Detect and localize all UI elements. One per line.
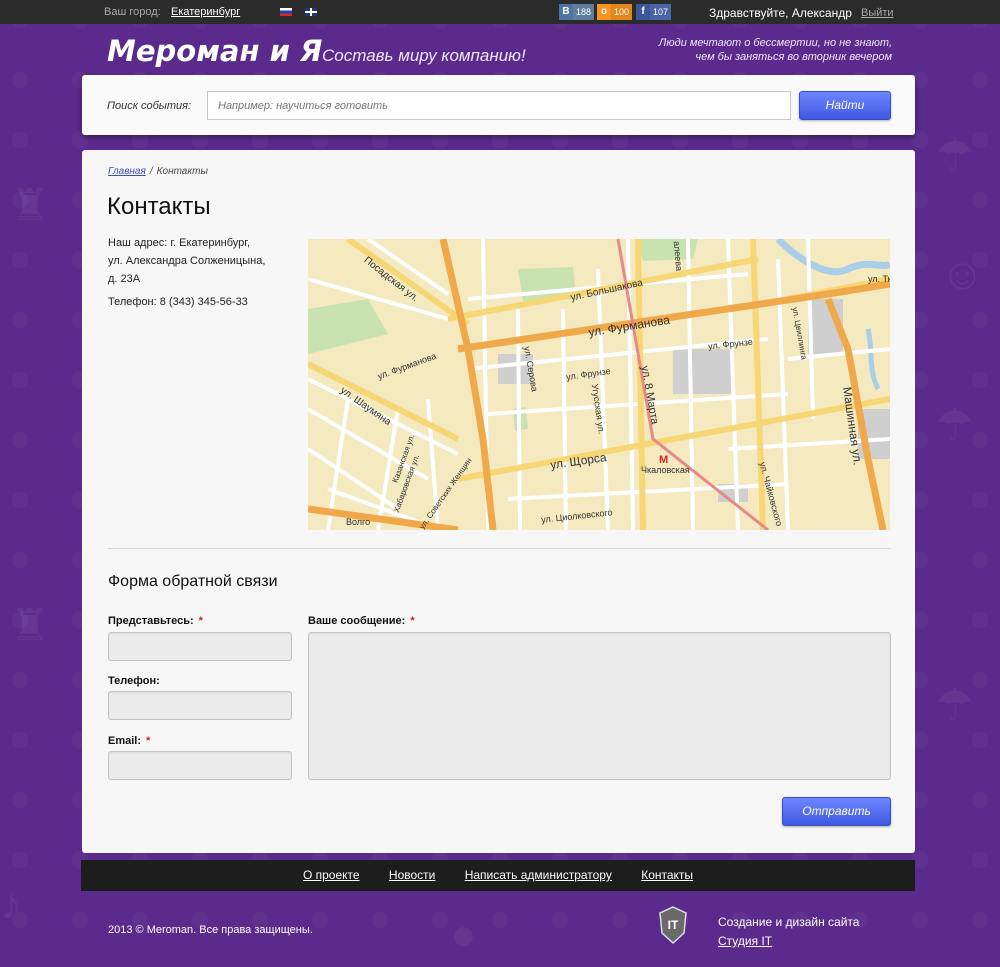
breadcrumb-current: Контакты [156,166,208,177]
footer-nav: О проекте Новости Написать администратор… [81,860,915,891]
contact-phone: Телефон: 8 (343) 345-56-33 [108,296,248,308]
search-button[interactable]: Найти [799,91,891,120]
quote-line-2: чем бы заняться во вторник вечером [695,51,892,63]
footer-link-news[interactable]: Новости [389,860,435,891]
breadcrumb-separator: / [149,166,153,177]
email-label-text: Email: [108,735,142,747]
vk-share-button[interactable]: В 188 [559,4,595,20]
message-textarea[interactable] [308,632,891,780]
parachute-icon: ☂ [935,401,975,450]
search-label: Поиск события: [107,100,192,112]
contact-address: Наш адрес: г. Екатеринбург, ул. Александ… [108,234,288,288]
top-bar: Ваш город: Екатеринбург В 188 о 100 f 10… [0,0,1000,24]
search-panel: Поиск события: Найти [82,75,915,135]
eiffel-tower-icon: ♜ [10,181,50,230]
city-label: Ваш город: [104,6,161,18]
section-divider [108,548,891,549]
phone-label: Телефон: [108,675,160,687]
location-map[interactable]: Посадская ул. ул. Большакова ул. Фурмано… [308,239,890,530]
map-label: Чкаловская [641,465,690,475]
studio-link[interactable]: Студия IT [718,934,772,948]
submit-button[interactable]: Отправить [782,797,891,826]
site-logo[interactable]: Мероман и Я [107,34,322,68]
address-line-3: д. 23А [108,273,141,285]
required-marker: * [410,615,415,627]
footer-link-about[interactable]: О проекте [303,860,360,891]
russian-flag-icon[interactable] [280,8,292,16]
address-line-2: ул. Александра Солженицына, [108,255,266,267]
breadcrumb: Главная / Контакты [108,166,208,177]
odnoklassniki-share-button[interactable]: о 100 [597,4,633,20]
phone-label-text: Телефон: [108,675,160,687]
address-line-1: Наш адрес: г. Екатеринбург, [108,237,251,249]
map-label: Волго [346,517,371,527]
required-marker: * [146,735,151,747]
odnoklassniki-icon: о [597,4,611,20]
logout-link[interactable]: Выйти [861,7,894,19]
quote-line-1: Люди мечтают о бессмертии, но не знают, [658,37,892,49]
footer-link-contacts[interactable]: Контакты [641,860,693,891]
guitar-icon: ♪ [0,880,22,929]
copyright: 2013 © Meroman. Все права защищены. [108,924,313,936]
message-label: Ваше сообщение: * [308,615,415,627]
uk-flag-icon[interactable] [305,8,317,16]
vk-icon: В [559,4,573,20]
parachute-icon: ☂ [935,681,975,730]
name-label-text: Представьтесь: [108,615,194,627]
search-input[interactable] [207,91,791,120]
message-label-text: Ваше сообщение: [308,615,406,627]
eiffel-tower-icon: ♜ [10,601,50,650]
feedback-form-title: Форма обратной связи [108,573,278,590]
studio-credit: Создание и дизайн сайта Студия IT [718,913,859,951]
breadcrumb-home-link[interactable]: Главная [108,166,146,177]
required-marker: * [198,615,203,627]
name-field[interactable] [108,632,292,661]
vk-count: 188 [573,4,595,20]
city-selector-link[interactable]: Екатеринбург [171,6,240,18]
facebook-count: 107 [650,4,672,20]
studio-logo-text: IT [667,918,679,932]
theatre-mask-icon: ☺ [940,250,985,299]
main-content-panel: Главная / Контакты Контакты Наш адрес: г. … [82,150,915,853]
footer-link-write-admin[interactable]: Написать администратору [465,860,612,891]
facebook-icon: f [636,4,650,20]
email-label: Email: * [108,735,150,747]
studio-logo[interactable]: IT [658,905,688,945]
ball-icon: ● [450,910,477,959]
phone-field[interactable] [108,691,292,720]
map-label: ул. Ткач [868,274,890,284]
user-greeting: Здравствуйте, Александр [709,6,852,20]
studio-credit-line: Создание и дизайн сайта [718,915,860,929]
name-label: Представьтесь: * [108,615,203,627]
email-field[interactable] [108,751,292,780]
page-title: Контакты [107,193,211,220]
parachute-icon: ☂ [935,131,975,180]
odnoklassniki-count: 100 [611,4,633,20]
facebook-share-button[interactable]: f 107 [636,4,672,20]
site-tagline: Составь миру компанию! [322,46,526,65]
header-quote: Люди мечтают о бессмертии, но не знают, … [659,36,892,64]
